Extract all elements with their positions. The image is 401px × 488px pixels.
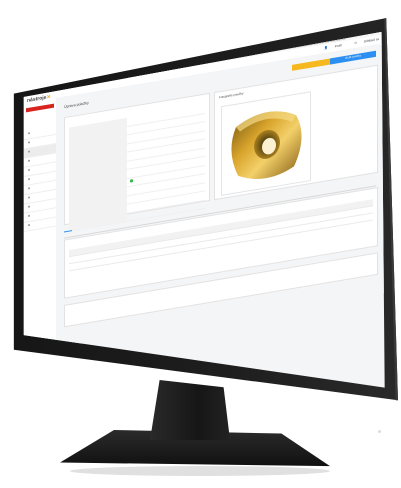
tab[interactable] bbox=[82, 228, 90, 229]
menu-bullet-icon bbox=[28, 224, 30, 227]
logo-mark-icon: ✕ bbox=[46, 93, 51, 101]
user-icon: 👤 bbox=[324, 45, 329, 51]
cutting-insert-image bbox=[231, 111, 302, 179]
monitor: Nástrojomat – □ × ‹ › ⟳ nastroje.cz ☆ ⚙ … bbox=[6, 18, 398, 438]
sidebar: nástroje✕ bbox=[24, 88, 57, 354]
tab[interactable] bbox=[91, 227, 99, 228]
menu-bullet-icon bbox=[28, 215, 30, 218]
add-button[interactable] bbox=[292, 57, 334, 71]
menu-bullet-icon bbox=[28, 141, 30, 144]
menu-bullet-icon bbox=[28, 187, 30, 190]
logout-label: Odhlásiť sa bbox=[363, 37, 379, 44]
save-item-button[interactable]: Uložiť položku bbox=[330, 50, 376, 65]
sidebar-sub-line bbox=[26, 115, 54, 120]
details-card bbox=[64, 92, 210, 232]
tab[interactable] bbox=[64, 230, 72, 233]
menu-bullet-icon bbox=[28, 178, 30, 181]
menu-bullet-icon bbox=[28, 169, 30, 172]
stand-shadow bbox=[70, 466, 330, 476]
main-content: Úprava položky Uložiť položku Fotografie… bbox=[56, 43, 384, 349]
logo-text: nástroje bbox=[27, 94, 47, 105]
menu-bullet-icon bbox=[28, 196, 30, 200]
tab[interactable] bbox=[73, 230, 81, 231]
tab[interactable] bbox=[100, 225, 108, 226]
sidebar-menu bbox=[24, 125, 56, 233]
menu-bullet-icon bbox=[28, 132, 30, 135]
user-profile-label: Profil bbox=[334, 43, 342, 49]
image-heading: Fotografie položky bbox=[219, 91, 244, 100]
app-window: Nástrojomat – □ × ‹ › ⟳ nastroje.cz ☆ ⚙ … bbox=[24, 31, 384, 354]
product-image[interactable] bbox=[221, 91, 311, 196]
power-led-icon bbox=[378, 430, 381, 433]
sidebar-badge bbox=[26, 103, 54, 113]
logout-icon: ⏻ bbox=[354, 40, 358, 46]
menu-bullet-icon bbox=[28, 205, 30, 209]
status-badge bbox=[130, 179, 133, 184]
menu-bullet-icon bbox=[28, 150, 30, 154]
monitor-screen: Nástrojomat – □ × ‹ › ⟳ nastroje.cz ☆ ⚙ … bbox=[23, 31, 385, 388]
page-title: Úprava položky bbox=[64, 100, 89, 110]
menu-bullet-icon bbox=[28, 159, 30, 163]
